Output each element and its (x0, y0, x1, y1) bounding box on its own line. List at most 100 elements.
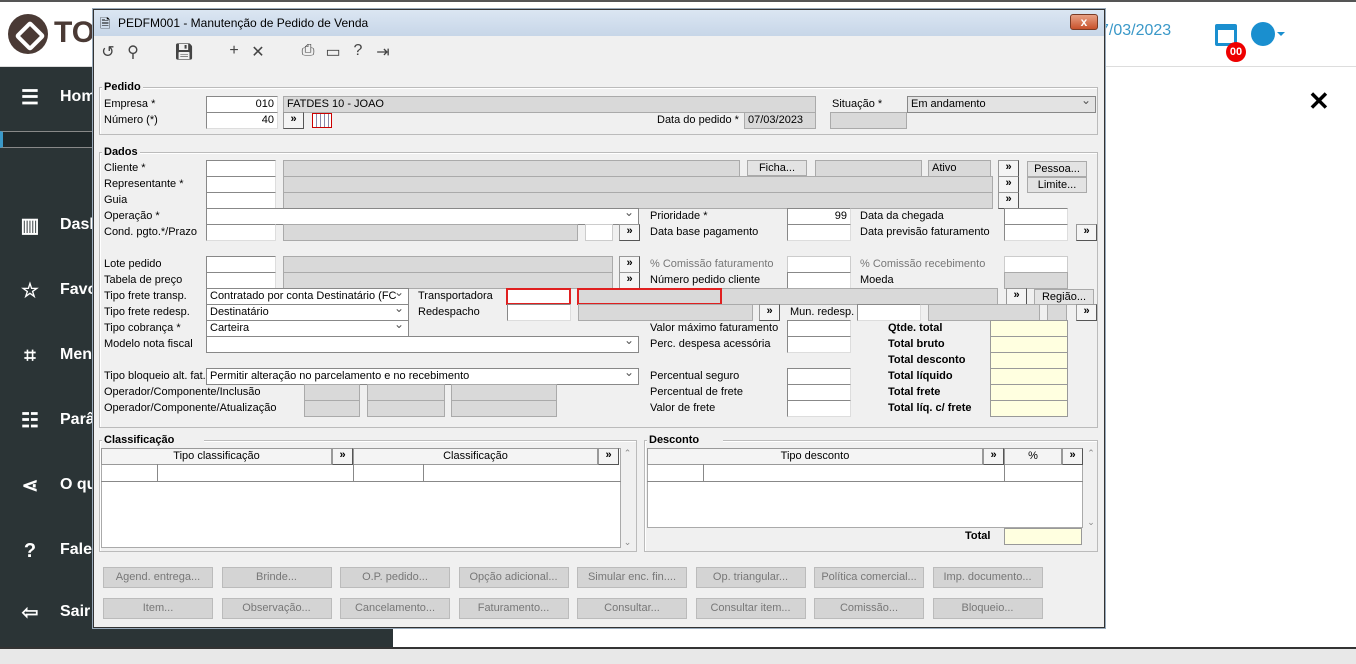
col-percent[interactable]: % (1004, 448, 1062, 465)
política-comercial-button[interactable]: Política comercial... (814, 567, 924, 588)
ficha-button[interactable]: Ficha... (747, 160, 807, 176)
transportadora-lookup-button[interactable]: » (1006, 288, 1027, 305)
data-chegada-input[interactable] (1004, 208, 1068, 225)
transportadora-input[interactable] (506, 288, 571, 305)
observação-button[interactable]: Observação... (221, 598, 332, 619)
pedido-extra-field (830, 112, 907, 129)
qtde-total-label: Qtde. total (888, 322, 943, 334)
perc-desp-input[interactable] (787, 336, 851, 353)
scrollbar[interactable]: ⌃ ⌄ (621, 448, 634, 548)
lote-lookup-button[interactable]: » (619, 256, 640, 273)
valor-frete-input[interactable] (787, 400, 851, 417)
imp-documento-button[interactable]: Imp. documento... (932, 567, 1043, 588)
lote-input[interactable] (206, 256, 276, 273)
pessoa-button[interactable]: Pessoa... (1027, 161, 1087, 177)
data-previsao-input[interactable] (1004, 224, 1068, 241)
exit-icon[interactable]: ⇥ (373, 42, 393, 62)
simular-enc-fin-button[interactable]: Simular enc. fin.... (577, 567, 687, 588)
redespacho-input[interactable] (507, 304, 571, 321)
perc-frete-input[interactable] (787, 384, 851, 401)
col-tipo-desconto[interactable]: Tipo desconto (647, 448, 983, 465)
agend-entrega-button[interactable]: Agend. entrega... (103, 567, 213, 588)
regiao-button[interactable]: Região... (1034, 289, 1094, 305)
table-row[interactable] (647, 464, 1083, 482)
help-icon[interactable]: ? (348, 42, 368, 60)
scroll-down-icon[interactable]: ⌄ (621, 537, 634, 548)
opção-adicional-button[interactable]: Opção adicional... (458, 567, 569, 588)
delete-icon[interactable]: ✕ (248, 42, 268, 62)
data-base-input[interactable] (787, 224, 851, 241)
prazo-input[interactable] (585, 224, 613, 241)
item-button[interactable]: Item... (103, 598, 213, 619)
representante-lookup-button[interactable]: » (998, 176, 1019, 193)
print-icon[interactable]: ⎙ (298, 42, 318, 60)
brinde-button[interactable]: Brinde... (221, 567, 332, 588)
cliente-name (283, 160, 740, 177)
col-tipo-desconto-button[interactable]: » (983, 448, 1004, 465)
mun-redesp-input[interactable] (857, 304, 921, 321)
col-percent-button[interactable]: » (1062, 448, 1083, 465)
situacao-select[interactable]: Em andamento (907, 96, 1096, 113)
prioridade-input[interactable]: 99 (787, 208, 851, 225)
guia-lookup-button[interactable]: » (998, 192, 1019, 209)
consultar-item-button[interactable]: Consultar item... (695, 598, 806, 619)
tipo-cobranca-select[interactable]: Carteira (206, 320, 409, 337)
cliente-input[interactable] (206, 160, 276, 177)
search-icon[interactable]: ⚲ (123, 42, 143, 62)
cancelamento-button[interactable]: Cancelamento... (340, 598, 450, 619)
modelo-select[interactable] (206, 336, 639, 353)
data-previsao-button[interactable]: » (1076, 224, 1097, 241)
window-title: PEDFM001 - Manutenção de Pedido de Venda (118, 16, 369, 30)
user-avatar-icon[interactable] (1251, 22, 1275, 46)
undo-icon[interactable]: ↺ (98, 42, 118, 62)
save-icon[interactable]: 💾︎ (174, 42, 194, 62)
empresa-label: Empresa * (104, 98, 156, 110)
op-triangular-button[interactable]: Op. triangular... (695, 567, 806, 588)
col-classificacao[interactable]: Classificação (353, 448, 598, 465)
valor-max-input[interactable] (787, 320, 851, 337)
scroll-down-icon[interactable]: ⌄ (1085, 517, 1097, 528)
empresa-input[interactable]: 010 (206, 96, 278, 113)
operacao-select[interactable] (206, 208, 639, 225)
col-classificacao-button[interactable]: » (598, 448, 619, 465)
scroll-up-icon[interactable]: ⌃ (1085, 448, 1097, 459)
calendar-icon[interactable] (312, 113, 332, 128)
numero-input[interactable]: 40 (206, 112, 278, 129)
table-row[interactable] (101, 464, 621, 482)
close-window-button[interactable]: x (1070, 14, 1098, 30)
faturamento-button[interactable]: Faturamento... (458, 598, 569, 619)
desconto-title: Desconto (647, 434, 724, 446)
perc-seguro-input[interactable] (787, 368, 851, 385)
qtde-total-field (990, 320, 1068, 337)
mun-redesp-lookup-button[interactable]: » (1076, 304, 1097, 321)
calendar-icon[interactable]: ▭ (323, 42, 343, 62)
close-icon[interactable]: ✕ (1308, 86, 1330, 117)
limite-button[interactable]: Limite... (1027, 177, 1087, 193)
col-tipo-classificacao[interactable]: Tipo classificação (101, 448, 332, 465)
o-p-pedido-button[interactable]: O.P. pedido... (340, 567, 450, 588)
bloqueio-button[interactable]: Bloqueio... (932, 598, 1043, 619)
tipo-frete-select[interactable]: Contratado por conta Destinatário (FC (206, 288, 409, 305)
guia-input[interactable] (206, 192, 276, 209)
tipo-redesp-select[interactable]: Destinatário (206, 304, 409, 321)
bloqueio-select[interactable]: Permitir alteração no parcelamento e no … (206, 368, 639, 385)
cond-pgto-input[interactable] (206, 224, 276, 241)
num-cliente-input[interactable] (787, 272, 851, 289)
col-tipo-classificacao-button[interactable]: » (332, 448, 353, 465)
scrollbar[interactable]: ⌃ ⌄ (1085, 448, 1097, 528)
redespacho-lookup-button[interactable]: » (759, 304, 780, 321)
comissão-button[interactable]: Comissão... (814, 598, 924, 619)
consultar-button[interactable]: Consultar... (577, 598, 687, 619)
tipo-frete-label: Tipo frete transp. (104, 290, 187, 302)
scroll-up-icon[interactable]: ⌃ (621, 448, 634, 459)
tabela-lookup-button[interactable]: » (619, 272, 640, 289)
chevron-down-icon[interactable] (1277, 32, 1285, 40)
add-icon[interactable]: + (224, 42, 244, 60)
tipo-redesp-label: Tipo frete redesp. (104, 306, 190, 318)
representante-input[interactable] (206, 176, 276, 193)
cond-pgto-lookup-button[interactable]: » (619, 224, 640, 241)
comissao-rec-input (1004, 256, 1068, 273)
numero-lookup-button[interactable]: » (283, 112, 304, 129)
tabela-input[interactable] (206, 272, 276, 289)
cliente-lookup-button[interactable]: » (998, 160, 1019, 177)
